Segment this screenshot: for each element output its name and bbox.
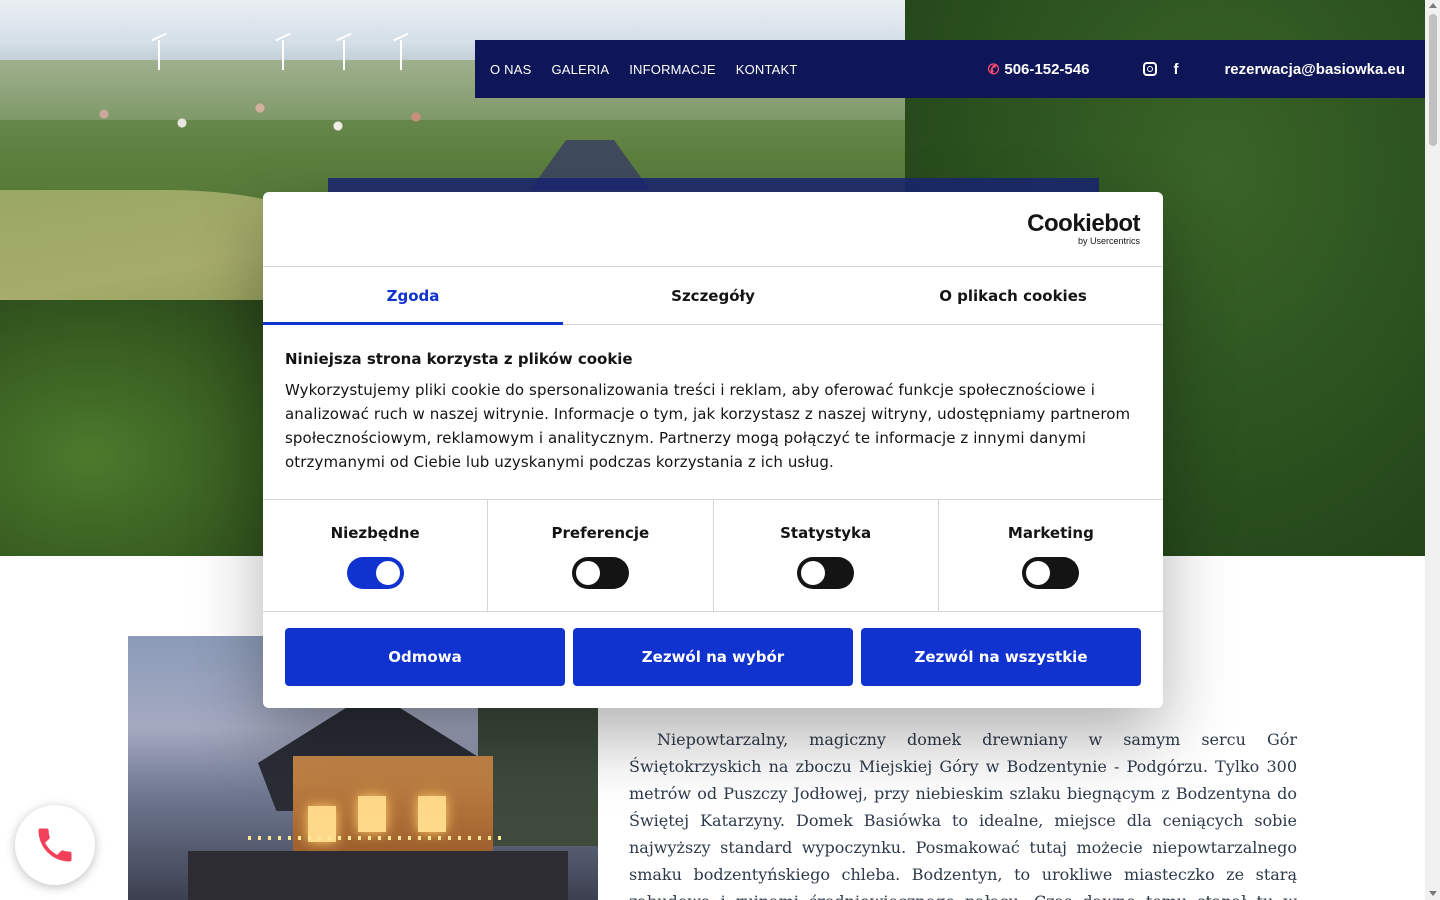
cookie-dialog-header: Cookiebot by Usercentrics — [263, 192, 1163, 267]
call-button[interactable] — [15, 805, 95, 885]
cookiebot-logo-by: by Usercentrics — [1077, 236, 1140, 246]
cookie-description: Wykorzystujemy pliki cookie do spersonal… — [285, 381, 1131, 471]
scroll-up-arrow[interactable] — [1429, 3, 1437, 8]
toggle-label: Statystyka — [780, 524, 872, 542]
hero-village — [0, 90, 520, 150]
toggle-statystyka[interactable] — [797, 557, 855, 589]
cookie-buttons: Odmowa Zezwól na wybór Zezwól na wszystk… — [263, 612, 1163, 702]
toggle-group-statystyka: Statystyka — [714, 500, 939, 611]
toggle-group-marketing: Marketing — [939, 500, 1163, 611]
wind-turbine — [158, 40, 160, 70]
phone-icon — [38, 828, 72, 862]
toggle-preferencje[interactable] — [571, 557, 629, 589]
intro-text: Niepowtarzalny, magiczny domek drewniany… — [629, 730, 1297, 900]
toggle-niezbedne[interactable] — [346, 557, 404, 589]
photo-deck — [188, 851, 568, 900]
wind-turbine — [282, 40, 284, 70]
toggle-marketing[interactable] — [1022, 557, 1080, 589]
phone-icon: ✆ — [987, 60, 1000, 77]
nav-email[interactable]: rezerwacja@basiowka.eu — [1224, 61, 1405, 78]
social-links: f — [1143, 61, 1178, 78]
nav-link-kontakt[interactable]: KONTAKT — [736, 62, 798, 77]
facebook-icon[interactable]: f — [1173, 61, 1178, 78]
photo-window — [418, 796, 446, 832]
toggle-group-preferencje: Preferencje — [488, 500, 714, 611]
toggle-label: Niezbędne — [330, 524, 420, 542]
nav-phone[interactable]: ✆ 506-152-546 — [988, 61, 1090, 78]
toggle-label: Preferencje — [551, 524, 650, 542]
cookie-tabs: Zgoda Szczegóły O plikach cookies — [263, 267, 1163, 325]
nav-links: O NAS GALERIA INFORMACJE KONTAKT — [490, 62, 798, 77]
toggle-group-niezbedne: Niezbędne — [263, 500, 489, 611]
tab-o-plikach-cookies[interactable]: O plikach cookies — [863, 267, 1163, 324]
allow-all-button[interactable]: Zezwól na wszystkie — [861, 628, 1141, 686]
scroll-down-arrow[interactable] — [1429, 891, 1437, 896]
toggle-knob — [375, 561, 400, 585]
toggle-knob — [1026, 561, 1051, 585]
toggle-label: Marketing — [1007, 524, 1094, 542]
nav-link-o-nas[interactable]: O NAS — [490, 62, 531, 77]
scroll-thumb[interactable] — [1429, 14, 1437, 146]
phone-number: 506-152-546 — [1004, 60, 1090, 78]
top-navigation: O NAS GALERIA INFORMACJE KONTAKT ✆ 506-1… — [475, 40, 1425, 98]
nav-link-informacje[interactable]: INFORMACJE — [629, 62, 716, 77]
tab-zgoda[interactable]: Zgoda — [263, 267, 563, 325]
cookiebot-logo: Cookiebot by Usercentrics — [1027, 210, 1140, 247]
toggle-knob — [801, 561, 826, 585]
toggle-knob — [575, 561, 600, 585]
wind-turbine — [400, 40, 402, 70]
hero-trees-left — [0, 300, 300, 556]
photo-string-lights — [248, 836, 508, 840]
deny-button[interactable]: Odmowa — [285, 628, 565, 686]
wind-turbine — [343, 40, 345, 70]
instagram-icon[interactable] — [1143, 62, 1158, 76]
cookiebot-logo-name: Cookiebot — [1027, 210, 1140, 237]
page-scrollbar[interactable] — [1425, 0, 1440, 900]
photo-window — [358, 796, 386, 832]
cookie-dialog: Cookiebot by Usercentrics Zgoda Szczegół… — [263, 192, 1163, 708]
cookie-heading: Niniejsza strona korzysta z plików cooki… — [285, 350, 633, 368]
cookie-body: Niniejsza strona korzysta z plików cooki… — [263, 325, 1163, 499]
allow-selection-button[interactable]: Zezwól na wybór — [573, 628, 853, 686]
tab-szczegoly[interactable]: Szczegóły — [563, 267, 863, 324]
nav-link-galeria[interactable]: GALERIA — [551, 62, 609, 77]
cookie-toggles: Niezbędne Preferencje Statystyka Marketi… — [263, 499, 1163, 612]
photo-forest — [478, 706, 598, 846]
